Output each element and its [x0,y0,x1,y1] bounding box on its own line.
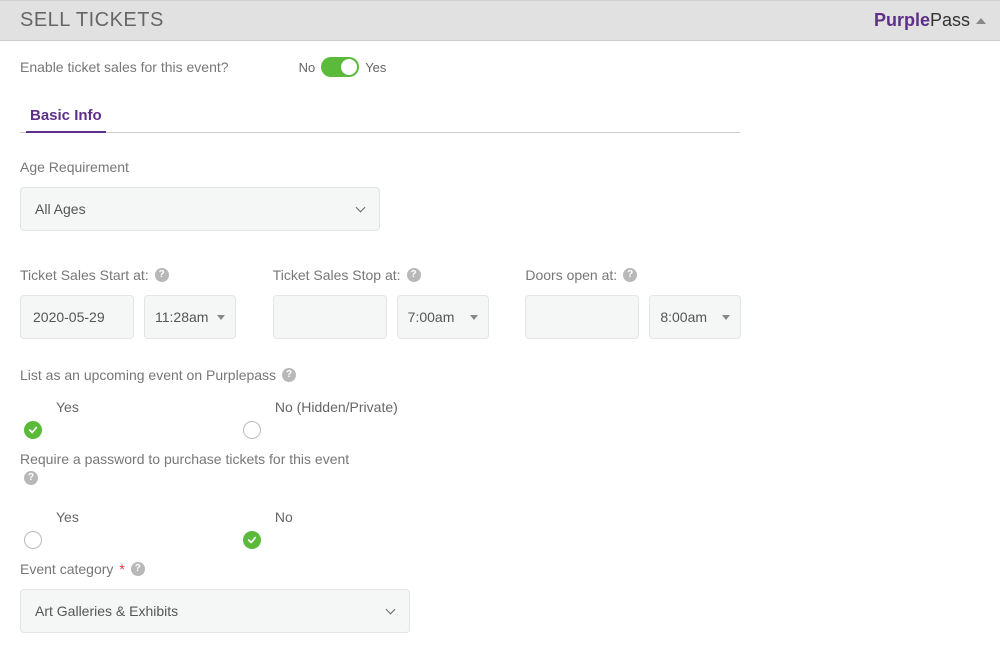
check-icon [28,425,38,435]
sales-start-date-input[interactable]: 2020-05-29 [20,295,134,339]
age-requirement-label: Age Requirement [20,159,129,175]
ticket-times-row: Ticket Sales Start at: ? 2020-05-29 11:2… [20,267,760,339]
password-label: Require a password to purchase tickets f… [20,451,349,485]
tab-basic-info[interactable]: Basic Info [26,101,106,132]
brand[interactable]: PurplePass [874,10,986,31]
help-icon[interactable]: ? [623,268,637,282]
help-icon[interactable]: ? [131,562,145,576]
required-marker: * [119,561,124,577]
page-title: SELL TICKETS [20,9,164,32]
password-no-label: No [239,509,293,525]
listing-yes-radio[interactable] [24,421,42,439]
collapse-up-icon [976,18,986,24]
category-section: Event category * ? Art Galleries & Exhib… [20,561,980,633]
age-requirement-select[interactable]: All Ages [20,187,380,231]
password-option-yes: Yes [20,509,79,549]
sales-stop-col: Ticket Sales Stop at: ? 7:00am [273,267,508,339]
category-value: Art Galleries & Exhibits [35,603,178,619]
dropdown-icon [722,315,730,320]
header-bar: SELL TICKETS PurplePass [0,0,1000,41]
category-label: Event category * ? [20,561,145,577]
enable-sales-row: Enable ticket sales for this event? No Y… [20,57,980,77]
sales-start-label: Ticket Sales Start at: ? [20,267,169,283]
password-option-no: No [239,509,293,549]
dropdown-icon [217,315,225,320]
listing-label: List as an upcoming event on Purplepass … [20,367,296,383]
category-select[interactable]: Art Galleries & Exhibits [20,589,410,633]
chevron-down-icon [355,204,365,214]
listing-yes-label: Yes [20,399,79,415]
sales-start-time-input[interactable]: 11:28am [144,295,236,339]
password-section: Require a password to purchase tickets f… [20,451,980,549]
password-yes-radio[interactable] [24,531,42,549]
dropdown-icon [470,315,478,320]
toggle-yes-label: Yes [365,60,386,75]
doors-open-label: Doors open at: ? [525,267,637,283]
check-icon [247,535,257,545]
help-icon[interactable]: ? [407,268,421,282]
enable-sales-toggle[interactable] [321,57,359,77]
sales-stop-date-input[interactable] [273,295,387,339]
listing-section: List as an upcoming event on Purplepass … [20,367,980,439]
password-yes-label: Yes [20,509,79,525]
brand-text: PurplePass [874,10,970,31]
enable-sales-toggle-group: No Yes [299,57,387,77]
sales-start-col: Ticket Sales Start at: ? 2020-05-29 11:2… [20,267,255,339]
help-icon[interactable]: ? [282,368,296,382]
age-requirement-value: All Ages [35,201,86,217]
listing-no-radio[interactable] [243,421,261,439]
listing-no-label: No (Hidden/Private) [239,399,398,415]
content-area: Enable ticket sales for this event? No Y… [0,41,1000,661]
listing-option-no: No (Hidden/Private) [239,399,398,439]
doors-open-time-input[interactable]: 8:00am [649,295,741,339]
age-requirement-section: Age Requirement All Ages [20,159,980,231]
tab-bar: Basic Info [20,101,740,133]
chevron-down-icon [385,606,395,616]
listing-radio-row: Yes No (Hidden/Private) [20,399,980,439]
doors-open-col: Doors open at: ? 8:00am [525,267,760,339]
sales-stop-label: Ticket Sales Stop at: ? [273,267,421,283]
password-no-radio[interactable] [243,531,261,549]
toggle-no-label: No [299,60,316,75]
enable-sales-label: Enable ticket sales for this event? [20,59,229,75]
listing-option-yes: Yes [20,399,79,439]
password-radio-row: Yes No [20,509,980,549]
help-icon[interactable]: ? [155,268,169,282]
sales-stop-time-input[interactable]: 7:00am [397,295,489,339]
help-icon[interactable]: ? [24,471,38,485]
doors-open-date-input[interactable] [525,295,639,339]
